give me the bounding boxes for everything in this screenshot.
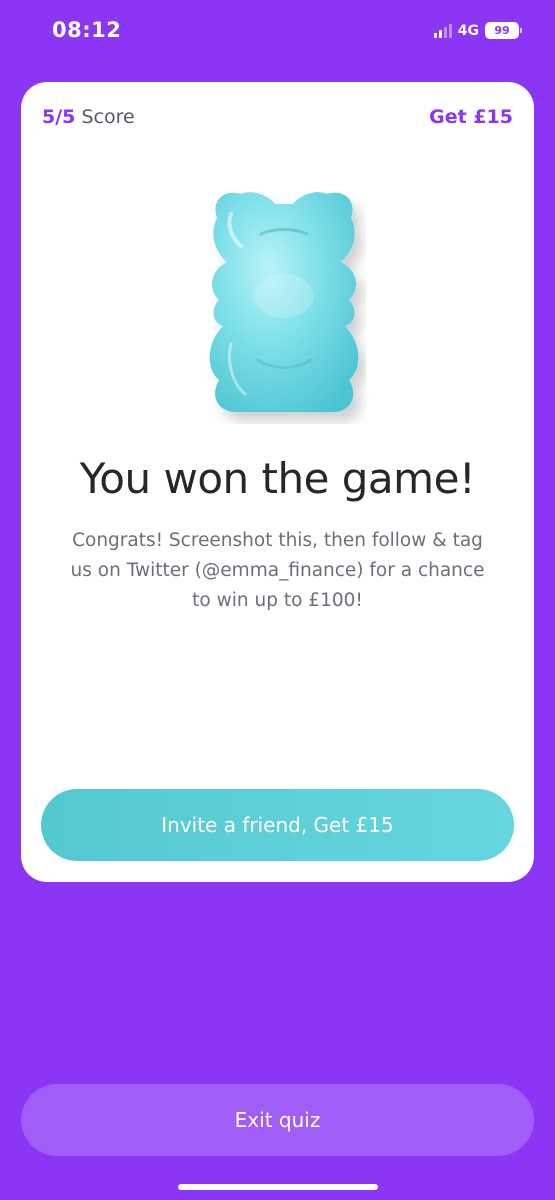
score-label: Score	[81, 106, 135, 128]
result-message: Congrats! Screenshot this, then follow &…	[70, 530, 485, 611]
result-card: 5/5 Score Get £15 You won the game! Cong…	[21, 82, 534, 882]
exit-quiz-button[interactable]: Exit quiz	[21, 1084, 534, 1156]
cellular-signal-icon	[433, 23, 452, 38]
invite-friend-button[interactable]: Invite a friend, Get £15	[41, 789, 514, 861]
network-type: 4G	[457, 22, 479, 39]
score-value: 5/5	[42, 106, 76, 128]
status-indicators: 4G 99	[433, 22, 522, 39]
status-time: 08:12	[52, 18, 122, 42]
home-indicator[interactable]	[178, 1184, 378, 1190]
result-headline: You won the game!	[79, 454, 476, 503]
gummy-bear-icon	[209, 192, 359, 413]
score-indicator: 5/5 Score	[42, 106, 135, 128]
get-reward-link[interactable]: Get £15	[429, 106, 513, 128]
status-bar: 08:12 4G 99	[0, 0, 555, 64]
battery-icon: 99	[485, 22, 522, 39]
